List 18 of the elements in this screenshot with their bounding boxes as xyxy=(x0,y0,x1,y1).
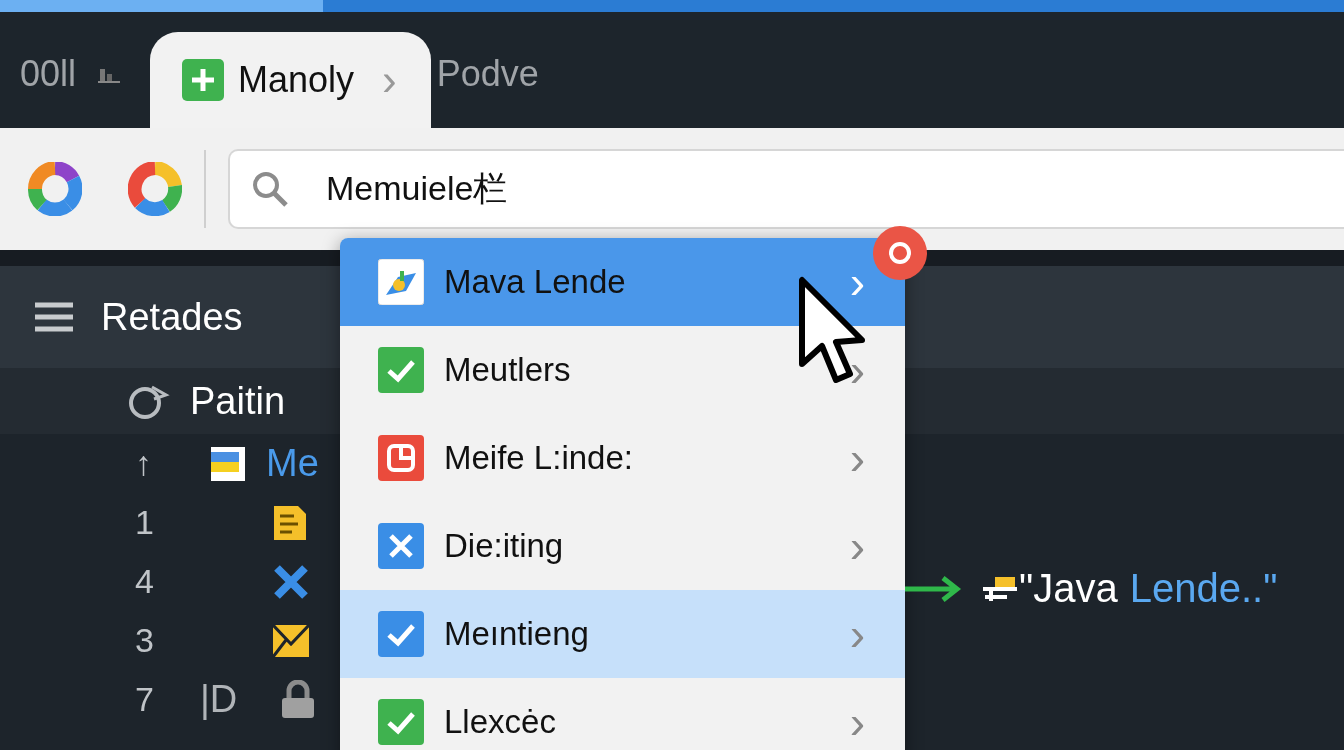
panel-title: Retades xyxy=(101,295,243,339)
chevron-icon: › xyxy=(849,347,865,393)
annotation-text: Lende.." xyxy=(1129,566,1278,611)
tree-label: Me xyxy=(266,442,319,485)
line-marker: 4 xyxy=(135,562,155,601)
row-prefix: |D xyxy=(200,678,238,721)
chevron-icon: › xyxy=(849,259,865,305)
line-marker: 3 xyxy=(135,621,155,660)
chevron-icon: › xyxy=(849,699,865,745)
annotation-text: "Java xyxy=(1019,566,1118,611)
chevron-icon: › xyxy=(849,523,865,569)
tree-label: Paitin xyxy=(190,379,286,423)
chevron-icon: › xyxy=(849,435,865,481)
line-marker: 7 xyxy=(135,680,155,719)
chevron-icon: › xyxy=(382,58,397,102)
line-marker: ↑ xyxy=(135,444,153,483)
chevron-icon: › xyxy=(849,611,865,657)
line-marker: 1 xyxy=(135,503,155,542)
